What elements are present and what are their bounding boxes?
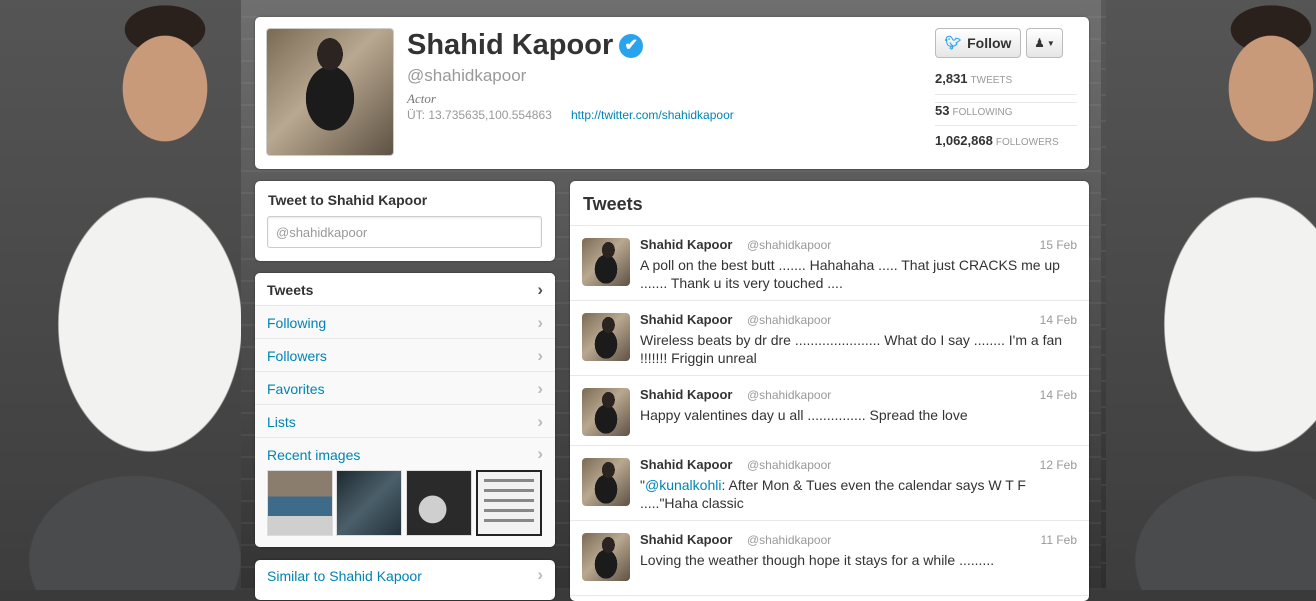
stat-following-label: FOLLOWING [952,107,1013,118]
verified-icon: ✔ [619,34,644,58]
chevron-right-icon: › [537,379,543,398]
tweet-text: Loving the weather though hope it stays … [640,552,995,568]
profile-bio: Actor [407,91,436,106]
similar-link[interactable]: Similar to Shahid Kapoor [267,568,422,584]
stat-following[interactable]: 53 FOLLOWING [935,102,1077,118]
chevron-right-icon: › [537,280,543,299]
background-portrait-right [1106,0,1316,590]
stat-following-value: 53 [935,103,950,118]
stat-tweets-label: TWEETS [970,75,1013,86]
profile-name: Shahid Kapoor ✔ [407,29,644,62]
stat-tweets-value: 2,831 [935,71,968,86]
chevron-right-icon: › [537,313,543,332]
tweet-to-input[interactable]: @shahidkapoor [267,216,542,248]
recent-image-thumb[interactable] [476,470,542,536]
tweet-date[interactable]: 14 Feb [1040,388,1077,402]
tweet-avatar[interactable] [582,533,630,581]
profile-name-text: Shahid Kapoor [407,29,614,61]
stats-divider [935,125,1077,126]
user-icon: ♟ [1034,36,1045,50]
stat-followers-value: 1,062,868 [935,133,993,148]
tweet-date[interactable]: 11 Feb [1041,533,1077,547]
tweet-author-name[interactable]: Shahid Kapoor [640,312,732,327]
nav-item-lists[interactable]: Lists › [255,405,555,438]
chevron-right-icon: › [537,412,543,431]
tweet-author-handle[interactable]: @shahidkapoor [747,533,831,547]
tweet-text: "@kunalkohli: After Mon & Tues even the … [640,476,1077,512]
tweet-author-name[interactable]: Shahid Kapoor [640,457,732,472]
tweet-to-card: Tweet to Shahid Kapoor @shahidkapoor [255,181,555,261]
similar-card[interactable]: Similar to Shahid Kapoor › [255,560,555,600]
chevron-right-icon: › [537,444,543,463]
tweet-item[interactable]: Shahid Kapoor @shahidkapoor 14 Feb Happy… [570,376,1089,446]
tweet-item[interactable]: Shahid Kapoor @shahidkapoor 15 Feb A pol… [570,226,1089,301]
recent-image-thumb[interactable] [336,470,402,536]
tweet-mention-link[interactable]: @kunalkohli [645,477,721,493]
nav-item-label: Lists [267,414,296,430]
stat-followers[interactable]: 1,062,868 FOLLOWERS [935,133,1077,148]
tweet-author-handle[interactable]: @shahidkapoor [747,388,831,402]
nav-item-label: Tweets [267,282,314,298]
follow-button[interactable]: 🐦︎ Follow [935,28,1021,58]
profile-url-link[interactable]: http://twitter.com/shahidkapoor [571,108,734,122]
tweet-to-title: Tweet to Shahid Kapoor [268,192,428,208]
tweet-date[interactable]: 12 Feb [1040,458,1077,472]
tweet-text: A poll on the best butt ....... Hahahaha… [640,257,1060,291]
nav-item-label: Following [267,315,327,331]
tweet-author-handle[interactable]: @shahidkapoor [747,458,831,472]
stat-tweets[interactable]: 2,831 TWEETS [935,71,1077,86]
nav-item-label: Favorites [267,381,325,397]
nav-item-tweets[interactable]: Tweets › [255,273,555,306]
profile-header: Shahid Kapoor ✔ @shahidkapoor Actor ÜT: 1… [255,17,1089,169]
tweet-text: Happy valentines day u all .............… [640,407,968,423]
tweets-stream: Tweets Shahid Kapoor @shahidkapoor 15 Fe… [570,181,1089,601]
recent-image-thumb[interactable] [406,470,472,536]
tweet-avatar[interactable] [582,458,630,506]
stream-title: Tweets [583,194,643,214]
chevron-right-icon: › [537,346,543,365]
tweet-author-handle[interactable]: @shahidkapoor [747,238,831,252]
user-actions-button[interactable]: ♟ ▼ [1026,28,1063,58]
nav-item-favorites[interactable]: Favorites › [255,372,555,405]
profile-location: ÜT: 13.735635,100.554863 [407,108,552,122]
tweet-author-handle[interactable]: @shahidkapoor [747,313,831,327]
nav-item-following[interactable]: Following › [255,306,555,339]
tweet-avatar[interactable] [582,313,630,361]
tweet-avatar[interactable] [582,388,630,436]
nav-item-label: Followers [267,348,327,364]
stat-followers-label: FOLLOWERS [995,137,1059,148]
recent-image-thumb[interactable] [267,470,333,536]
tweet-text: Wireless beats by dr dre ...............… [640,332,1063,366]
tweet-item[interactable]: Shahid Kapoor @shahidkapoor 12 Feb "@kun… [570,446,1089,521]
twitter-bird-icon: 🐦︎ [944,35,962,50]
tweet-author-name[interactable]: Shahid Kapoor [640,532,732,547]
recent-images-section: Recent images › [255,438,555,547]
tweet-author-name[interactable]: Shahid Kapoor [640,237,732,252]
caret-down-icon: ▼ [1046,38,1055,48]
chevron-right-icon: › [537,565,543,584]
follow-label: Follow [967,35,1012,51]
nav-item-followers[interactable]: Followers › [255,339,555,372]
recent-images-link[interactable]: Recent images [267,447,360,463]
tweet-item[interactable]: Shahid Kapoor @shahidkapoor 11 Feb Lovin… [570,521,1089,596]
tweet-date[interactable]: 15 Feb [1040,238,1077,252]
tweet-item[interactable]: Shahid Kapoor @shahidkapoor 14 Feb Wirel… [570,301,1089,376]
stats-divider [935,94,1077,95]
profile-nav: Tweets › Following › Followers › Favorit… [255,273,555,547]
profile-handle: @shahidkapoor [407,66,527,85]
profile-avatar[interactable] [266,28,394,156]
tweet-avatar[interactable] [582,238,630,286]
tweet-author-name[interactable]: Shahid Kapoor [640,387,732,402]
tweet-date[interactable]: 14 Feb [1040,313,1077,327]
